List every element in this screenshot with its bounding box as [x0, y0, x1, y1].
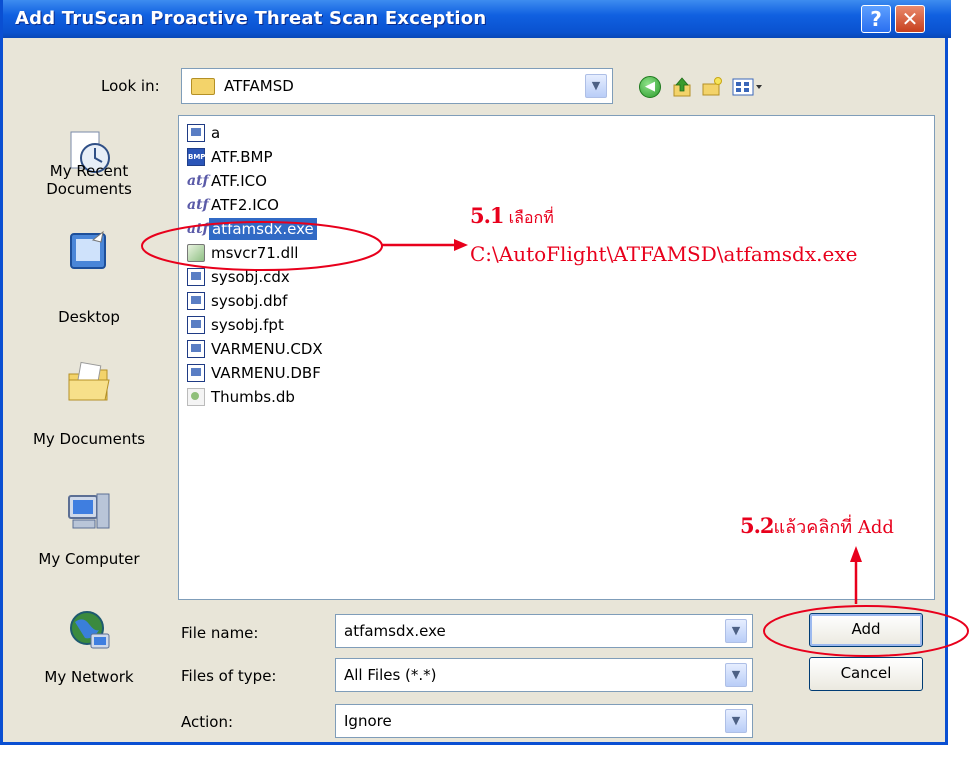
annotation-step-2-number: 5.2: [740, 513, 775, 538]
document-icon: [187, 316, 205, 334]
place-label-my-documents: My Documents: [32, 430, 146, 448]
place-label-recent-2: Documents: [46, 180, 132, 198]
place-my-network[interactable]: My Network: [19, 608, 159, 692]
file-item-name: sysobj.dbf: [211, 292, 288, 310]
place-desktop[interactable]: Desktop: [19, 228, 159, 328]
dialog-window: Add TruScan Proactive Threat Scan Except…: [0, 0, 951, 745]
file-name-field[interactable]: atfamsdx.exe ▼: [335, 614, 753, 648]
new-folder-icon[interactable]: [701, 76, 723, 98]
back-icon[interactable]: ◀: [639, 76, 661, 98]
document-icon: [187, 268, 205, 286]
file-item-name: ATF2.ICO: [211, 196, 279, 214]
window-title: Add TruScan Proactive Threat Scan Except…: [15, 8, 487, 29]
add-button[interactable]: Add: [809, 613, 923, 647]
cancel-button[interactable]: Cancel: [809, 657, 923, 691]
file-item-name: atfamsdx.exe: [209, 218, 317, 240]
files-of-type-value: All Files (*.*): [344, 666, 437, 684]
bitmap-icon: BMP: [187, 148, 205, 166]
help-button[interactable]: ?: [861, 5, 891, 33]
file-item-name: VARMENU.DBF: [211, 364, 321, 382]
my-documents-icon: [68, 361, 110, 401]
chevron-down-icon[interactable]: ▼: [725, 709, 747, 733]
document-icon: [187, 340, 205, 358]
place-my-documents[interactable]: My Documents: [19, 358, 159, 458]
action-label: Action:: [181, 713, 234, 731]
atf-app-icon: atf: [187, 173, 209, 189]
file-item-name: ATF.ICO: [211, 172, 267, 190]
file-item-name: sysobj.fpt: [211, 316, 284, 334]
annotation-step-1-number: 5.1: [470, 203, 505, 228]
annotation-step-1-text: เลือกที่: [503, 208, 554, 227]
atf-app-icon: atf: [187, 221, 209, 237]
up-folder-icon[interactable]: [671, 76, 693, 98]
chevron-down-icon[interactable]: ▼: [585, 74, 607, 98]
title-bar[interactable]: Add TruScan Proactive Threat Scan Except…: [3, 0, 951, 38]
desktop-icon: [70, 230, 106, 269]
views-menu-icon[interactable]: [731, 76, 765, 98]
my-network-icon: [70, 611, 110, 649]
files-of-type-dropdown[interactable]: All Files (*.*) ▼: [335, 658, 753, 692]
annotation-step-2-text: แล้วคลิกที่ Add: [773, 517, 894, 538]
file-name-label: File name:: [181, 624, 259, 642]
look-in-value: ATFAMSD: [224, 77, 294, 95]
file-item-name: sysobj.cdx: [211, 268, 290, 286]
file-item-name: msvcr71.dll: [211, 244, 299, 262]
action-dropdown[interactable]: Ignore ▼: [335, 704, 753, 738]
close-button[interactable]: ✕: [895, 5, 925, 33]
place-label-my-computer: My Computer: [38, 550, 140, 568]
places-bar: My Recent Documents Desktop My Documents: [19, 118, 159, 692]
place-label-desktop: Desktop: [58, 308, 120, 326]
file-item-name: VARMENU.CDX: [211, 340, 323, 358]
chevron-down-icon[interactable]: ▼: [725, 619, 747, 643]
look-in-label: Look in:: [101, 77, 160, 95]
file-name-value: atfamsdx.exe: [344, 622, 446, 640]
document-icon: [187, 124, 205, 142]
annotation-step-2: 5.2แล้วคลิกที่ Add: [740, 512, 894, 541]
action-value: Ignore: [344, 712, 392, 730]
document-icon: [187, 292, 205, 310]
my-computer-icon: [68, 493, 110, 529]
atf-app-icon: atf: [187, 197, 209, 213]
place-label-recent-1: My Recent: [49, 162, 129, 180]
folder-icon: [191, 78, 215, 95]
document-icon: [187, 364, 205, 382]
file-item-name: a: [211, 124, 221, 142]
file-item-name: Thumbs.db: [211, 388, 295, 406]
place-my-computer[interactable]: My Computer: [19, 488, 159, 588]
place-label-my-network: My Network: [44, 668, 134, 686]
thumbs-db-icon: [187, 388, 205, 406]
annotation-step-1: 5.1 เลือกที่: [470, 203, 554, 231]
look-in-dropdown[interactable]: ATFAMSD ▼: [181, 68, 613, 104]
files-of-type-label: Files of type:: [181, 667, 277, 685]
file-item-name: ATF.BMP: [211, 148, 273, 166]
dll-icon: [187, 244, 205, 262]
place-my-recent-documents[interactable]: My Recent Documents: [19, 118, 159, 228]
chevron-down-icon[interactable]: ▼: [725, 663, 747, 687]
annotation-step-1-path: C:\AutoFlight\ATFAMSD\atfamsdx.exe: [470, 242, 858, 266]
